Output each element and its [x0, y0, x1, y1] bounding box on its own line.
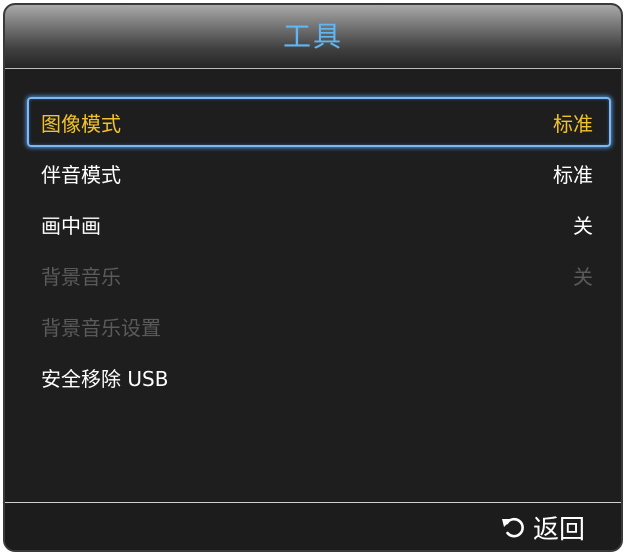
menu-item-background-music-settings: 背景音乐设置 — [27, 301, 611, 351]
menu-item-background-music: 背景音乐 关 — [27, 250, 611, 300]
tools-menu: 图像模式 标准 伴音模式 标准 画中画 关 背景音乐 关 背景音乐设置 安全移除… — [27, 97, 611, 403]
title-bar: 工具 — [5, 5, 621, 69]
menu-item-label: 画中画 — [41, 213, 101, 238]
tools-dialog: 工具 图像模式 标准 伴音模式 标准 画中画 关 背景音乐 关 背景音乐设置 安… — [3, 3, 623, 552]
back-button[interactable]: 返回 — [501, 509, 585, 545]
menu-item-label: 背景音乐设置 — [41, 315, 161, 340]
menu-item-label: 安全移除 USB — [41, 366, 169, 391]
menu-item-value: 标准 — [553, 162, 593, 187]
menu-item-value: 关 — [573, 264, 593, 289]
menu-item-value: 关 — [573, 213, 593, 238]
menu-item-sound-mode[interactable]: 伴音模式 标准 — [27, 148, 611, 198]
menu-item-picture-mode[interactable]: 图像模式 标准 — [27, 97, 611, 147]
footer-bar: 返回 — [5, 502, 621, 550]
menu-item-value: 标准 — [553, 111, 593, 136]
menu-item-label: 背景音乐 — [41, 264, 121, 289]
return-arrow-icon — [501, 517, 524, 538]
dialog-title: 工具 — [282, 20, 343, 53]
menu-item-pip[interactable]: 画中画 关 — [27, 199, 611, 249]
menu-item-label: 伴音模式 — [41, 162, 121, 187]
menu-item-safe-remove-usb[interactable]: 安全移除 USB — [27, 352, 611, 402]
menu-item-label: 图像模式 — [41, 111, 121, 136]
back-label: 返回 — [532, 514, 585, 545]
